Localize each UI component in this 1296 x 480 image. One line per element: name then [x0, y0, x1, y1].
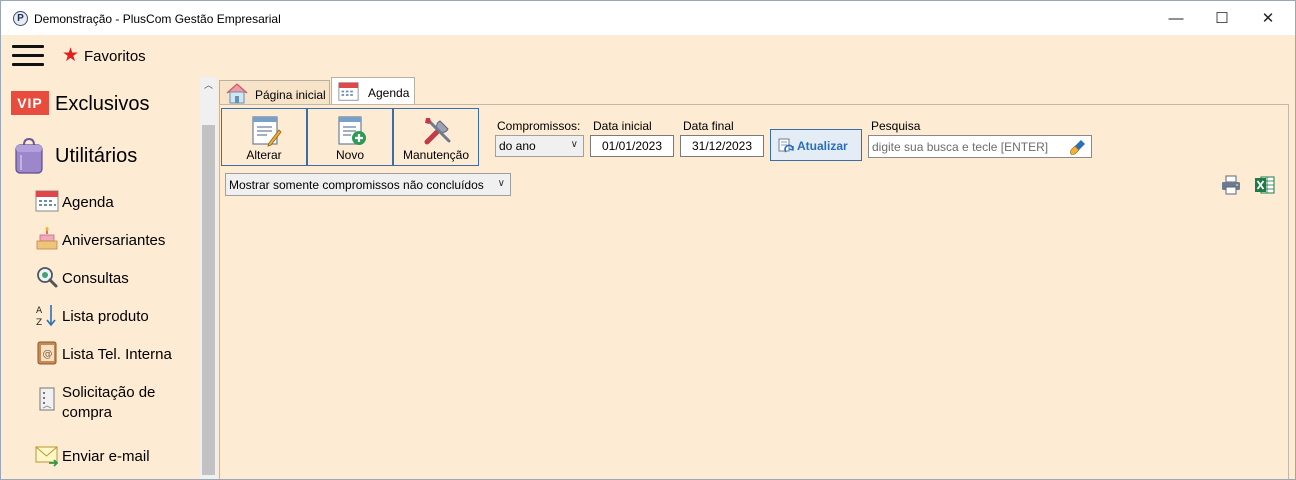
sidebar-item-internal-phone-list[interactable]: @ Lista Tel. Interna	[35, 341, 200, 367]
address-book-icon: @	[37, 341, 57, 365]
new-button[interactable]: Novo	[307, 108, 393, 166]
maintenance-button-label: Manutenção	[402, 148, 470, 162]
favorites-link[interactable]: Favoritos	[84, 48, 146, 65]
show-filter-select[interactable]: Mostrar somente compromissos não concluí…	[225, 173, 511, 196]
chevron-down-icon: ∨	[570, 139, 578, 150]
tools-icon	[424, 118, 451, 145]
tab-agenda[interactable]: Agenda	[331, 77, 415, 105]
search-label: Pesquisa	[871, 119, 921, 133]
end-date-label: Data final	[683, 119, 734, 133]
sidebar-item-label: Aniversariantes	[62, 232, 166, 249]
search-box[interactable]: digite sua busca e tecle [ENTER]	[868, 135, 1092, 158]
sidebar-item-birthdays[interactable]: Aniversariantes	[35, 227, 200, 253]
sidebar-item-product-list[interactable]: A Z Lista produto	[35, 303, 200, 329]
scroll-up-icon[interactable]: ︿	[200, 77, 217, 94]
sidebar-item-label: Solicitação de compra	[62, 384, 156, 421]
sidebar-item-label: Consultas	[62, 270, 129, 287]
star-icon[interactable]: ★	[62, 45, 79, 67]
hamburger-menu-icon[interactable]	[12, 43, 44, 69]
refresh-icon	[778, 138, 794, 153]
tab-home[interactable]: Página inicial	[219, 80, 330, 105]
utilities-section-label[interactable]: Utilitários	[55, 145, 137, 168]
notepad-icon	[39, 387, 55, 411]
email-icon	[35, 446, 59, 467]
clear-brush-icon[interactable]	[1069, 138, 1087, 156]
svg-text:@: @	[43, 349, 53, 360]
appointments-period-select[interactable]: do ano ∨	[495, 135, 584, 157]
magnifier-icon	[37, 267, 58, 288]
sidebar-item-label: Agenda	[62, 194, 114, 211]
end-date-field[interactable]: 31/12/2023	[680, 135, 764, 157]
start-date-field[interactable]: 01/01/2023	[590, 135, 674, 157]
sidebar-item-agenda[interactable]: Agenda	[35, 189, 200, 215]
exclusive-section-label[interactable]: Exclusivos	[55, 93, 149, 116]
title-bar: P Demonstração - PlusCom Gestão Empresar…	[1, 1, 1295, 35]
sidebar-item-label: Lista produto	[62, 308, 149, 325]
home-icon	[226, 83, 248, 104]
start-date-label: Data inicial	[593, 119, 652, 133]
sidebar-item-queries[interactable]: Consultas	[35, 265, 200, 291]
svg-text:Z: Z	[36, 318, 42, 327]
sidebar-item-purchase-request[interactable]: Solicitação de compra	[35, 379, 200, 423]
cake-icon	[36, 227, 58, 250]
app-window: P Demonstração - PlusCom Gestão Empresar…	[0, 0, 1296, 480]
sidebar-item-label: Enviar e-mail	[62, 448, 150, 465]
briefcase-icon	[15, 137, 43, 174]
select-value: do ano	[499, 139, 536, 153]
select-value: Mostrar somente compromissos não concluí…	[229, 178, 484, 192]
sidebar-item-label: Lista Tel. Interna	[62, 346, 172, 363]
sidebar-item-send-email[interactable]: Enviar e-mail	[35, 443, 200, 469]
window-title: Demonstração - PlusCom Gestão Empresaria…	[34, 12, 281, 26]
scrollbar-thumb[interactable]	[202, 125, 215, 475]
edit-button[interactable]: Alterar	[221, 108, 307, 166]
appointments-filter-label: Compromissos:	[497, 119, 581, 133]
vip-badge: VIP	[11, 91, 49, 115]
chevron-down-icon: ∨	[497, 178, 505, 189]
new-button-label: Novo	[335, 148, 364, 162]
printer-icon[interactable]	[1221, 175, 1241, 195]
new-document-icon	[338, 116, 366, 145]
maintenance-button[interactable]: Manutenção	[393, 108, 479, 166]
tab-label: Página inicial	[255, 88, 326, 102]
close-button[interactable]: ✕	[1245, 1, 1291, 35]
excel-export-icon[interactable]	[1254, 175, 1275, 195]
edit-button-label: Alterar	[246, 148, 282, 162]
refresh-button-label: Atualizar	[797, 139, 848, 153]
calendar-icon	[35, 190, 59, 212]
sidebar-scrollbar[interactable]: ︿	[200, 77, 217, 479]
minimize-button[interactable]: —	[1153, 1, 1199, 35]
tab-label: Agenda	[368, 86, 410, 100]
edit-document-icon	[252, 116, 282, 147]
sort-az-icon: A Z	[36, 305, 56, 327]
calendar-icon	[338, 82, 359, 101]
app-logo-icon: P	[13, 11, 28, 26]
refresh-button[interactable]: Atualizar	[770, 129, 862, 161]
svg-text:A: A	[36, 306, 43, 316]
maximize-button[interactable]: ☐	[1199, 1, 1245, 35]
